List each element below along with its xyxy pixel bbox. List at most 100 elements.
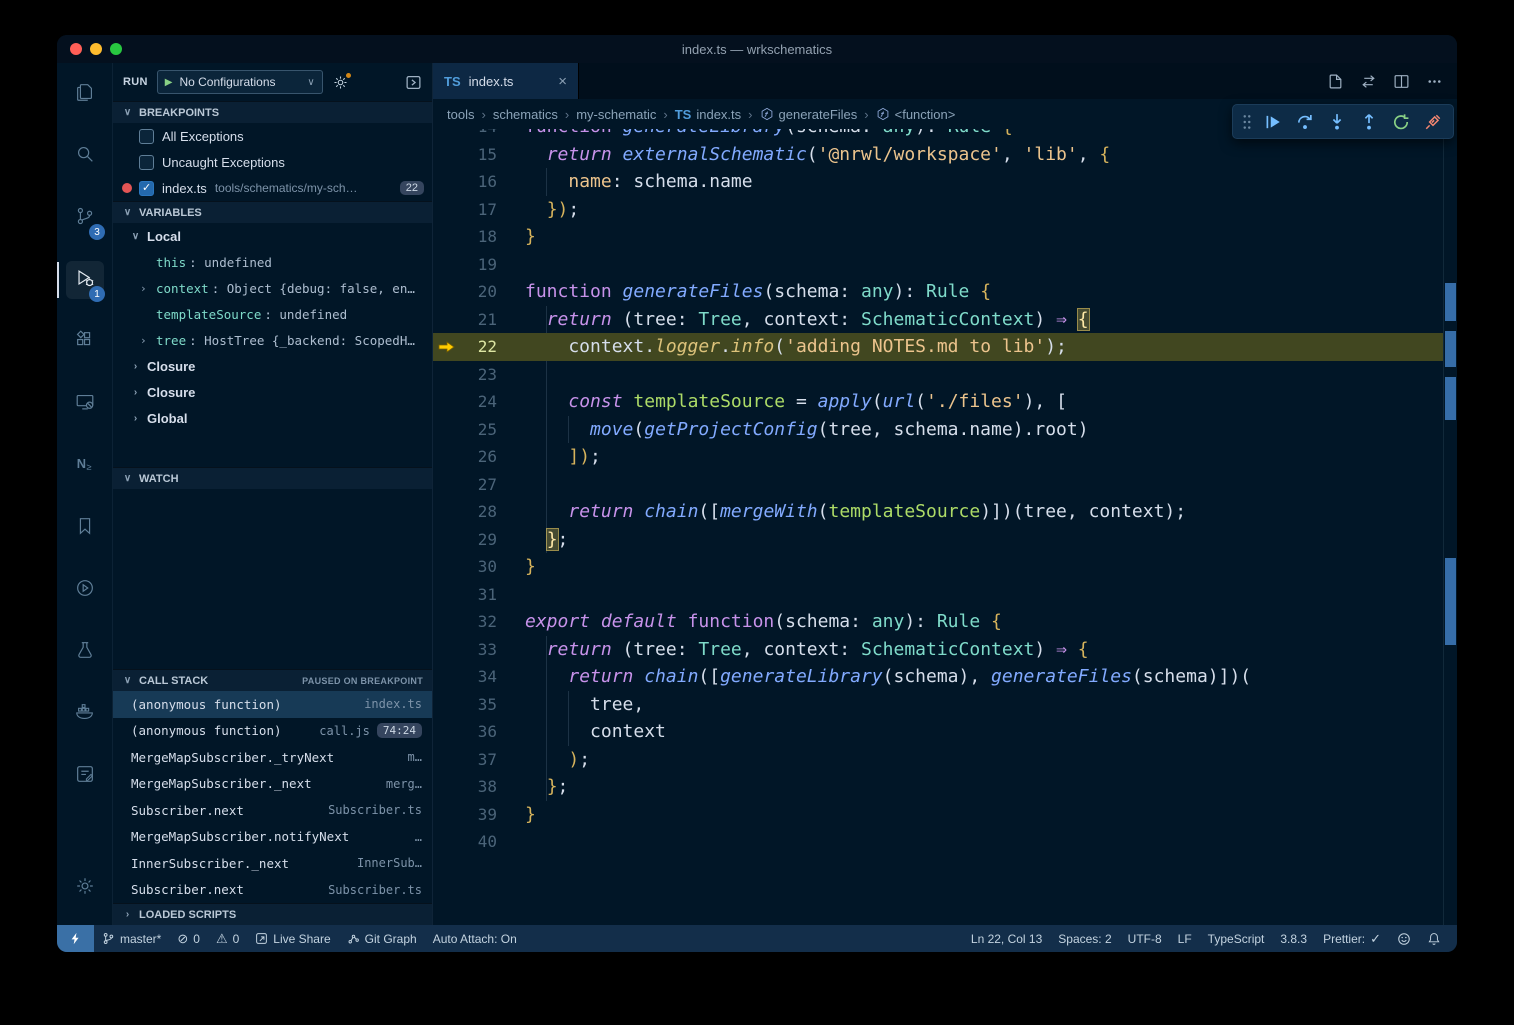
tab-index-ts[interactable]: TS index.ts × xyxy=(433,63,579,99)
code-text[interactable] xyxy=(525,361,1443,389)
gutter-glyph-margin[interactable] xyxy=(433,251,459,279)
line-number[interactable]: 28 xyxy=(459,498,497,526)
warning-count[interactable]: ⚠0 xyxy=(208,925,247,952)
call-stack-frame[interactable]: MergeMapSubscriber._nextmerg… xyxy=(113,771,432,798)
section-header-breakpoints[interactable]: ∨ BREAKPOINTS xyxy=(113,101,432,123)
gutter-glyph-margin[interactable] xyxy=(433,471,459,499)
line-number[interactable]: 40 xyxy=(459,828,497,856)
code-text[interactable]: return (tree: Tree, context: SchematicCo… xyxy=(525,636,1443,664)
breadcrumb-item[interactable]: my-schematic xyxy=(576,107,656,122)
code-line[interactable]: 32 export default function(schema: any): … xyxy=(433,608,1443,636)
activity-remote-explorer[interactable] xyxy=(57,373,112,435)
section-header-call-stack[interactable]: ∨ CALL STACK PAUSED ON BREAKPOINT xyxy=(113,669,432,691)
line-number[interactable]: 25 xyxy=(459,416,497,444)
git-branch-status[interactable]: master* xyxy=(94,925,169,952)
gutter-glyph-margin[interactable] xyxy=(433,746,459,774)
code-text[interactable] xyxy=(525,251,1443,279)
variables-scope[interactable]: ›Global xyxy=(113,405,432,431)
code-text[interactable]: context xyxy=(525,718,1443,746)
compare-changes-button[interactable] xyxy=(1360,73,1377,90)
line-number[interactable]: 20 xyxy=(459,278,497,306)
line-number[interactable]: 31 xyxy=(459,581,497,609)
activity-nx-console[interactable]: N≥ xyxy=(57,435,112,497)
line-number[interactable]: 30 xyxy=(459,553,497,581)
code-text[interactable]: export default function(schema: any): Ru… xyxy=(525,608,1443,636)
section-header-loaded-scripts[interactable]: › LOADED SCRIPTS xyxy=(113,903,432,925)
gutter-glyph-margin[interactable] xyxy=(433,443,459,471)
continue-button[interactable] xyxy=(1258,107,1288,137)
code-text[interactable]: return (tree: Tree, context: SchematicCo… xyxy=(525,306,1443,334)
breakpoint-checkbox[interactable] xyxy=(139,181,154,196)
gutter-glyph-margin[interactable] xyxy=(433,141,459,169)
code-text[interactable]: } xyxy=(525,223,1443,251)
git-graph-status[interactable]: Git Graph xyxy=(339,925,425,952)
code-text[interactable]: }; xyxy=(525,773,1443,801)
gutter-glyph-margin[interactable] xyxy=(433,196,459,224)
code-text[interactable] xyxy=(525,471,1443,499)
variables-scope-local[interactable]: ∨Local xyxy=(113,223,432,249)
code-line[interactable]: 37 ); xyxy=(433,746,1443,774)
code-text[interactable]: function generateFiles(schema: any): Rul… xyxy=(525,278,1443,306)
gutter-glyph-margin[interactable] xyxy=(433,718,459,746)
code-text[interactable]: } xyxy=(525,801,1443,829)
activity-run-debug[interactable]: 1 xyxy=(57,249,112,311)
line-number[interactable]: 26 xyxy=(459,443,497,471)
gutter-glyph-margin[interactable] xyxy=(433,663,459,691)
gutter-glyph-margin[interactable] xyxy=(433,388,459,416)
line-number[interactable]: 21 xyxy=(459,306,497,334)
code-line[interactable]: 29 }; xyxy=(433,526,1443,554)
gutter-glyph-margin[interactable] xyxy=(433,581,459,609)
code-line[interactable]: 36 context xyxy=(433,718,1443,746)
prettier-status[interactable]: Prettier:✓ xyxy=(1315,925,1389,952)
breadcrumb-item[interactable]: generateFiles xyxy=(760,107,858,122)
code-line[interactable]: 18} xyxy=(433,223,1443,251)
code-line[interactable]: 33 return (tree: Tree, context: Schemati… xyxy=(433,636,1443,664)
code-text[interactable]: return externalSchematic('@nrwl/workspac… xyxy=(525,141,1443,169)
section-header-variables[interactable]: ∨ VARIABLES xyxy=(113,201,432,223)
code-text[interactable]: const templateSource = apply(url('./file… xyxy=(525,388,1443,416)
code-line[interactable]: 35 tree, xyxy=(433,691,1443,719)
code-line[interactable]: 27 xyxy=(433,471,1443,499)
line-number[interactable]: 32 xyxy=(459,608,497,636)
line-number[interactable]: 34 xyxy=(459,663,497,691)
code-text[interactable]: } xyxy=(525,553,1443,581)
close-window-button[interactable] xyxy=(70,43,82,55)
activity-search[interactable] xyxy=(57,125,112,187)
activity-settings[interactable] xyxy=(57,857,112,919)
zoom-window-button[interactable] xyxy=(110,43,122,55)
activity-explorer[interactable] xyxy=(57,63,112,125)
activity-docker[interactable] xyxy=(57,683,112,745)
notifications-bell[interactable] xyxy=(1419,925,1449,952)
gutter-glyph-margin[interactable] xyxy=(433,691,459,719)
code-line[interactable]: 40 xyxy=(433,828,1443,856)
line-number[interactable]: 18 xyxy=(459,223,497,251)
breakpoint-row[interactable]: All Exceptions xyxy=(113,123,432,149)
line-number[interactable]: 39 xyxy=(459,801,497,829)
line-number[interactable]: 29 xyxy=(459,526,497,554)
gutter-glyph-margin[interactable] xyxy=(433,526,459,554)
code-text[interactable]: ]); xyxy=(525,443,1443,471)
activity-testing[interactable] xyxy=(57,621,112,683)
breakpoint-row[interactable]: Uncaught Exceptions xyxy=(113,149,432,175)
code-line[interactable]: 23 xyxy=(433,361,1443,389)
line-number[interactable]: 35 xyxy=(459,691,497,719)
call-stack-frame[interactable]: Subscriber.nextSubscriber.ts xyxy=(113,797,432,824)
gutter-glyph-margin[interactable] xyxy=(433,773,459,801)
more-actions-button[interactable] xyxy=(1426,73,1443,90)
call-stack-frame[interactable]: InnerSubscriber._nextInnerSub… xyxy=(113,850,432,877)
breadcrumb-item[interactable]: TSindex.ts xyxy=(675,107,741,122)
start-debugging-icon[interactable]: ▶ xyxy=(165,77,173,88)
line-number[interactable]: 36 xyxy=(459,718,497,746)
code-line[interactable]: 25 move(getProjectConfig(tree, schema.na… xyxy=(433,416,1443,444)
line-number[interactable]: 23 xyxy=(459,361,497,389)
step-out-button[interactable] xyxy=(1354,107,1384,137)
code-text[interactable]: ); xyxy=(525,746,1443,774)
auto-attach-status[interactable]: Auto Attach: On xyxy=(425,925,525,952)
code-line[interactable]: 16 name: schema.name xyxy=(433,168,1443,196)
code-editor[interactable]: 14function generateLibrary(schema: any):… xyxy=(433,129,1457,925)
live-share-status[interactable]: Live Share xyxy=(247,925,338,952)
call-stack-frame[interactable]: (anonymous function)call.js74:24 xyxy=(113,718,432,745)
activity-notes[interactable] xyxy=(57,745,112,807)
code-line[interactable]: 19 xyxy=(433,251,1443,279)
line-number[interactable]: 22 xyxy=(459,333,497,361)
